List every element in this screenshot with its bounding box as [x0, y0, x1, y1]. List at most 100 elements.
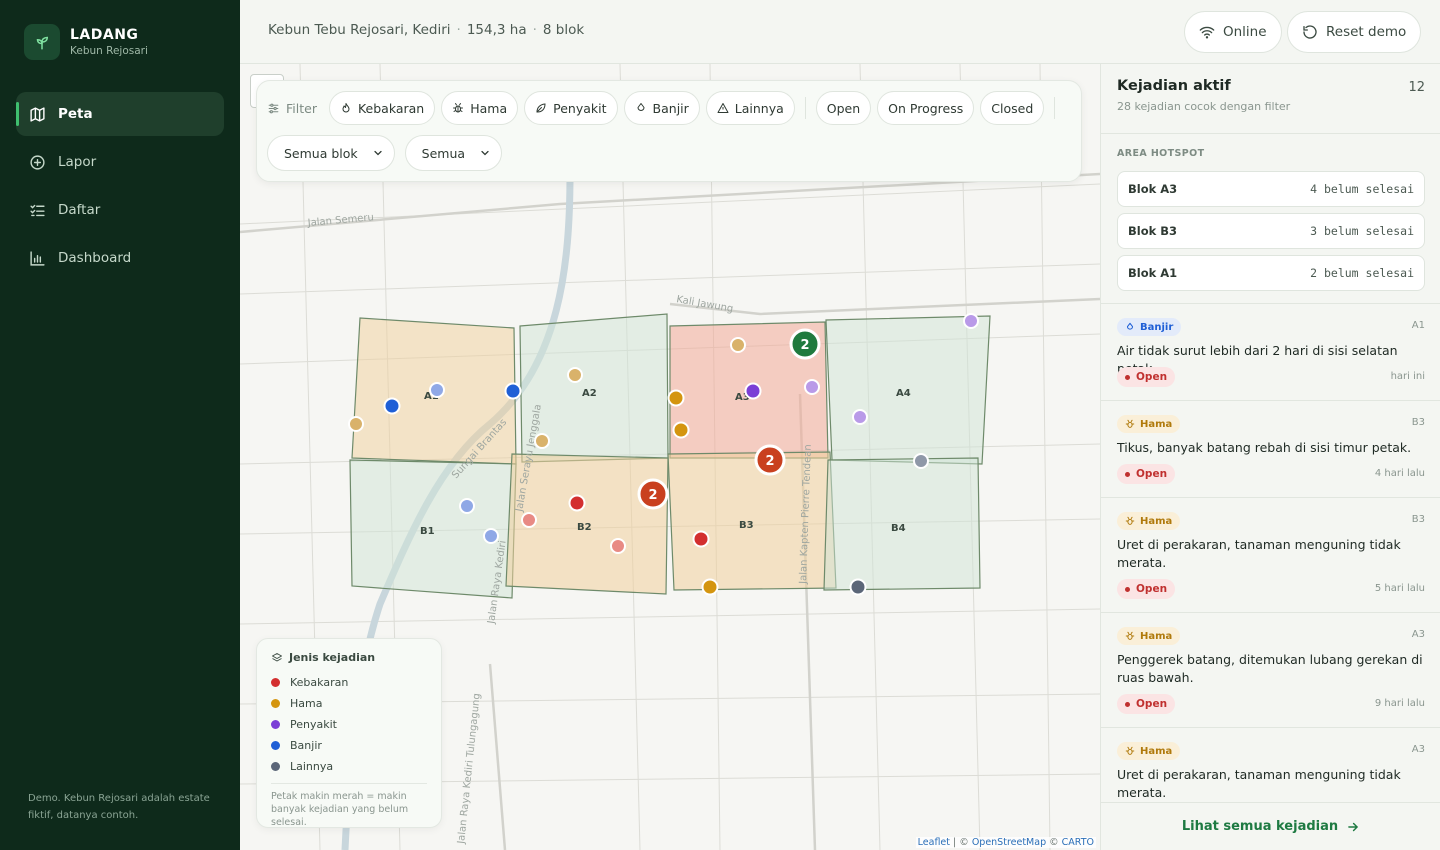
incident-time: 9 hari lalu — [1374, 698, 1425, 709]
marker-banjir — [483, 528, 499, 544]
filter-chip-penyakit[interactable]: Penyakit — [524, 91, 618, 125]
main-nav: Peta Lapor Daftar Dashboard — [16, 92, 224, 284]
farm-blocks — [349, 313, 991, 599]
flame-icon — [340, 102, 352, 114]
filter-chip-closed[interactable]: Closed — [980, 91, 1045, 125]
incident-time: 5 hari lalu — [1374, 583, 1425, 594]
block-select[interactable]: Semua blok — [267, 135, 395, 171]
marker-kebakaran — [610, 538, 626, 554]
droplet-icon — [1125, 322, 1135, 332]
status-select[interactable]: Semua — [404, 135, 503, 171]
incident-block: A1 — [1411, 320, 1425, 331]
divider — [1054, 97, 1056, 119]
legend-title: Jenis kejadian — [289, 651, 376, 664]
view-all-incidents-link[interactable]: Lihat semua kejadian — [1101, 802, 1440, 850]
hotspot-item[interactable]: Blok A3 4 belum selesai — [1117, 171, 1425, 207]
marker-lainnya — [913, 453, 929, 469]
reset-demo-button[interactable]: Reset demo — [1287, 11, 1422, 53]
legend-item: Penyakit — [271, 714, 427, 735]
estate-area: 154,3 ha — [466, 22, 527, 38]
wifi-icon — [1199, 24, 1215, 40]
status-badge: Open — [1117, 464, 1176, 484]
legend-item: Lainnya — [271, 756, 427, 777]
street-label: Jalan Semeru — [306, 212, 374, 229]
estate-summary: Kebun Tebu Rejosari, Kediri · 154,3 ha · 8 b… — [268, 22, 585, 38]
marker-banjir — [429, 382, 445, 398]
incident-item[interactable]: Hama A3 Penggerek batang, ditemukan luba… — [1101, 613, 1440, 728]
marker-kebakaran — [521, 512, 537, 528]
filter-chip-hama[interactable]: Hama — [441, 91, 519, 125]
incident-panel: Kejadian aktif 12 28 kejadian cocok deng… — [1100, 64, 1440, 850]
layers-icon — [271, 652, 283, 664]
legend-item: Kebakaran — [271, 672, 427, 693]
online-status-button[interactable]: Online — [1184, 11, 1282, 53]
nav-item-dashboard[interactable]: Dashboard — [16, 236, 224, 280]
map-icon — [28, 105, 46, 123]
incident-item[interactable]: Banjir A1 Air tidak surut lebih dari 2 h… — [1101, 304, 1440, 401]
nav-label-lapor: Lapor — [58, 154, 97, 170]
marker-penyakit — [804, 379, 820, 395]
svg-text:2: 2 — [765, 454, 774, 469]
bug-icon — [1125, 631, 1135, 641]
nav-label-daftar: Daftar — [58, 202, 101, 218]
carto-link[interactable]: CARTO — [1062, 837, 1094, 848]
incident-block: B3 — [1411, 514, 1425, 525]
nav-item-lapor[interactable]: Lapor — [16, 140, 224, 184]
hotspot-item[interactable]: Blok A1 2 belum selesai — [1117, 255, 1425, 291]
legend-item: Banjir — [271, 735, 427, 756]
panel-title: Kejadian aktif — [1117, 78, 1231, 94]
estate-blocks: 8 blok — [542, 22, 585, 38]
marker-penyakit — [744, 382, 762, 400]
panel-subtitle: 28 kejadian cocok dengan filter — [1117, 100, 1291, 113]
hotspot-item[interactable]: Blok B3 3 belum selesai — [1117, 213, 1425, 249]
marker-hama — [672, 421, 690, 439]
droplet-icon — [635, 102, 647, 114]
map-view[interactable]: Jalan Semeru Kali Jawung Sungai Brantas … — [240, 64, 1100, 850]
incident-description: Uret di perakaran, tanaman menguning tid… — [1117, 767, 1401, 800]
brand-subtitle: Kebun Rejosari — [70, 45, 148, 57]
bug-icon — [1125, 419, 1135, 429]
marker-kebakaran — [692, 530, 710, 548]
sidebar: LADANG Kebun Rejosari Peta Lapor Daftar — [0, 0, 240, 850]
incident-time: hari ini — [1390, 371, 1425, 382]
incident-item[interactable]: Hama B3 Tikus, banyak batang rebah di si… — [1101, 401, 1440, 498]
filter-chip-on-progress[interactable]: On Progress — [877, 91, 975, 125]
filter-chip-open[interactable]: Open — [815, 91, 872, 125]
sprout-icon — [24, 24, 60, 60]
marker-hama — [730, 337, 746, 353]
top-bar: Kebun Tebu Rejosari, Kediri · 154,3 ha · 8 b… — [240, 0, 1440, 64]
svg-text:2: 2 — [800, 338, 809, 353]
incident-block: A3 — [1411, 744, 1425, 755]
incident-description: Tikus, banyak batang rebah di sisi timur… — [1117, 440, 1412, 455]
leaflet-link[interactable]: Leaflet — [918, 837, 950, 848]
nav-item-daftar[interactable]: Daftar — [16, 188, 224, 232]
incident-description: Penggerek batang, ditemukan lubang gerek… — [1117, 652, 1423, 685]
type-badge: Hama — [1117, 627, 1181, 645]
bug-icon — [452, 102, 464, 114]
active-count: 12 — [1408, 80, 1425, 95]
filter-chip-banjir[interactable]: Banjir — [623, 91, 700, 125]
marker-hama — [701, 578, 719, 596]
marker-banjir — [459, 498, 475, 514]
marker-hama — [348, 416, 364, 432]
nav-item-peta[interactable]: Peta — [16, 92, 224, 136]
osm-link[interactable]: OpenStreetMap — [972, 837, 1046, 848]
hotspot-heading: AREA HOTSPOT — [1117, 148, 1205, 159]
cluster-b2[interactable]: 2 — [637, 478, 669, 510]
cluster-a3[interactable]: 2 — [789, 328, 821, 360]
marker-penyakit — [852, 409, 868, 425]
type-badge: Hama — [1117, 415, 1181, 433]
incident-item[interactable]: Hama B3 Uret di perakaran, tanaman mengu… — [1101, 498, 1440, 613]
svg-text:2: 2 — [648, 488, 657, 503]
type-badge: Hama — [1117, 512, 1181, 530]
brand[interactable]: LADANG Kebun Rejosari — [24, 24, 148, 60]
filter-chip-lainnya[interactable]: Lainnya — [705, 91, 795, 125]
cluster-b3[interactable]: 2 — [754, 444, 786, 476]
reset-label: Reset demo — [1326, 24, 1407, 40]
filter-chip-kebakaran[interactable]: Kebakaran — [328, 91, 436, 125]
checklist-icon — [28, 201, 46, 219]
online-label: Online — [1223, 24, 1267, 40]
incident-block: B3 — [1411, 417, 1425, 428]
nav-label-peta: Peta — [58, 106, 93, 122]
incident-block: A3 — [1411, 629, 1425, 640]
